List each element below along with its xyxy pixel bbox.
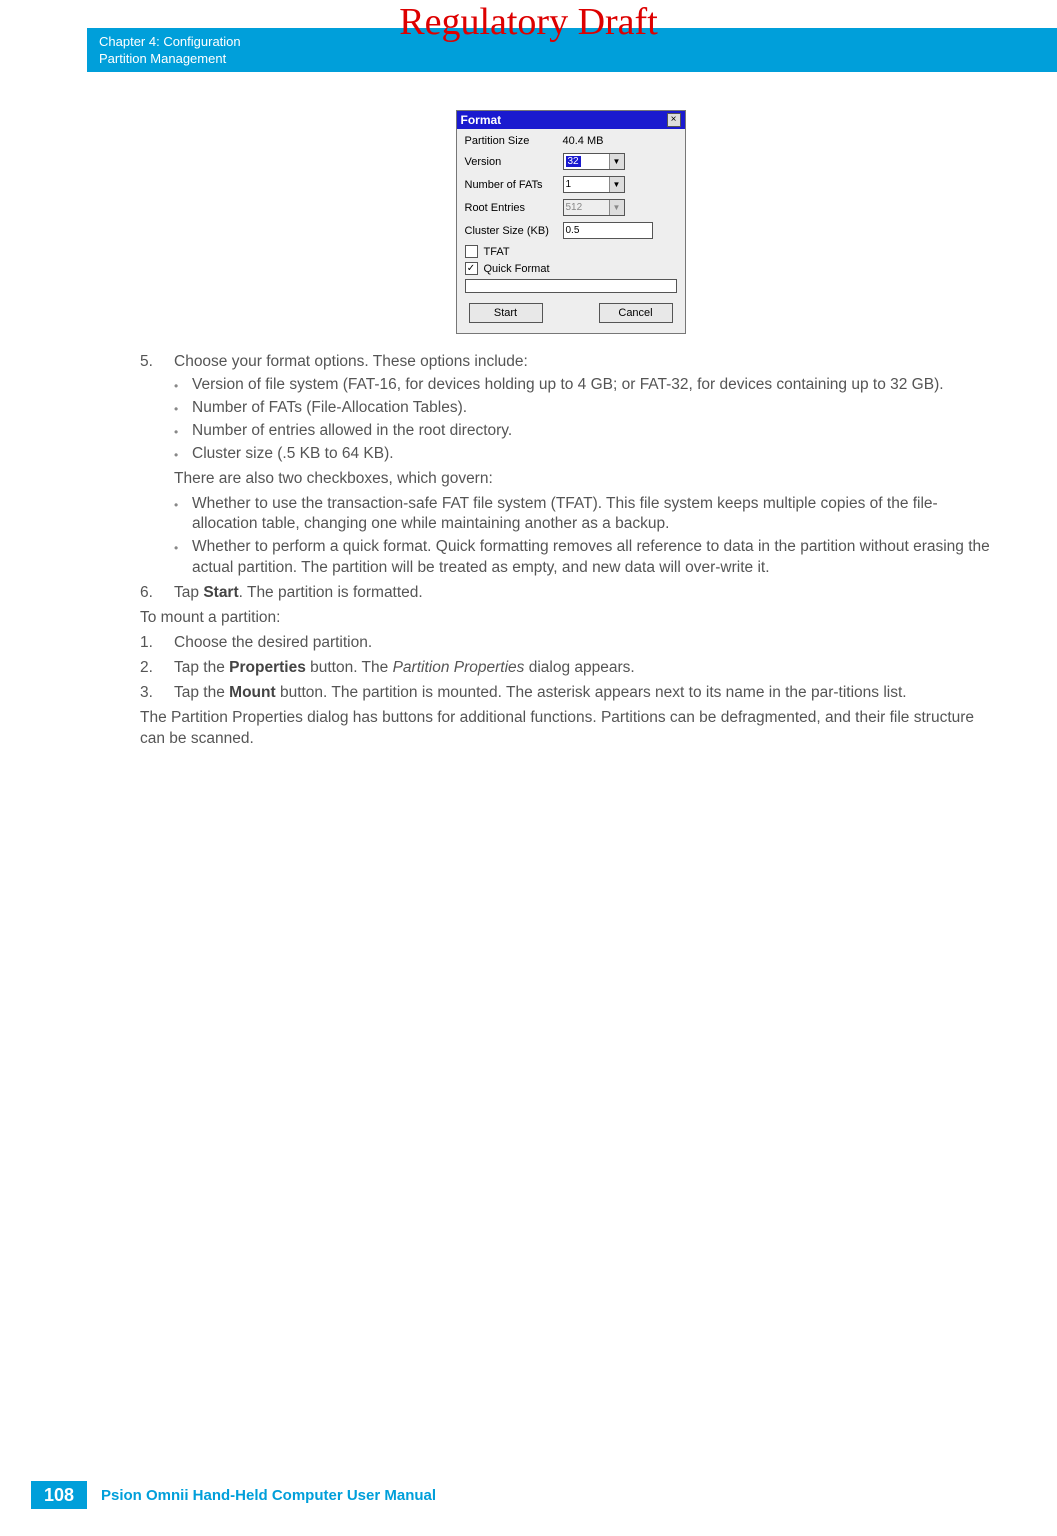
partition-size-value: 40.4 MB (563, 135, 677, 147)
partition-size-label: Partition Size (465, 135, 563, 147)
list-item: 6. Tap Start. The partition is formatted… (140, 583, 1001, 604)
progress-bar (465, 279, 677, 293)
close-icon[interactable]: × (667, 113, 681, 127)
version-label: Version (465, 156, 563, 168)
section-label: Partition Management (99, 51, 1045, 68)
fats-label: Number of FATs (465, 179, 563, 191)
cluster-size-label: Cluster Size (KB) (465, 225, 563, 237)
tfat-checkbox[interactable] (465, 245, 478, 258)
closing-paragraph: The Partition Properties dialog has butt… (140, 708, 1001, 750)
footer-title: Psion Omnii Hand-Held Computer User Manu… (101, 1487, 436, 1504)
fats-select[interactable]: 1 ▼ (563, 176, 625, 193)
format-dialog: Format × Partition Size 40.4 MB Version … (456, 110, 686, 334)
cluster-size-input[interactable]: 0.5 (563, 222, 653, 239)
chevron-down-icon: ▼ (609, 177, 624, 192)
cancel-button[interactable]: Cancel (599, 303, 673, 323)
start-button[interactable]: Start (469, 303, 543, 323)
regulatory-watermark: Regulatory Draft (0, 0, 1057, 44)
root-entries-select: 512 ▼ (563, 199, 625, 216)
root-entries-label: Root Entries (465, 202, 563, 214)
tfat-label: TFAT (484, 246, 510, 258)
body-text: 5. Choose your format options. These opt… (140, 352, 1001, 750)
list-item: 2. Tap the Properties button. The Partit… (140, 658, 1001, 679)
quick-format-checkbox[interactable]: ✓ (465, 262, 478, 275)
dialog-title: Format (461, 113, 502, 127)
chevron-down-icon: ▼ (609, 154, 624, 169)
version-select[interactable]: 32 ▼ (563, 153, 625, 170)
list-item: 3. Tap the Mount button. The partition i… (140, 683, 1001, 704)
list-item: 5. Choose your format options. These opt… (140, 352, 1001, 579)
list-item: 1. Choose the desired partition. (140, 633, 1001, 654)
mount-intro: To mount a partition: (140, 608, 1001, 629)
page-number: 108 (31, 1481, 87, 1509)
quick-format-label: Quick Format (484, 263, 550, 275)
footer: 108 Psion Omnii Hand-Held Computer User … (0, 1481, 436, 1509)
chevron-down-icon: ▼ (609, 200, 624, 215)
dialog-title-bar: Format × (457, 111, 685, 129)
